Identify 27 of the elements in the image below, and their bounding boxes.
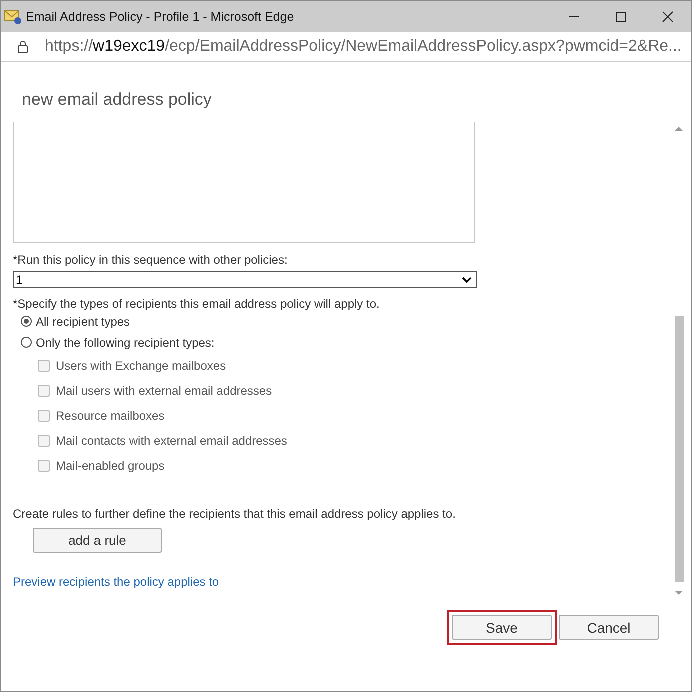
page-heading: new email address policy bbox=[21, 89, 213, 111]
field-label: *Run this policy in this sequence with other policies: bbox=[13, 253, 288, 267]
scroll-down-icon[interactable] bbox=[675, 590, 683, 596]
scroll-up-icon[interactable] bbox=[675, 126, 683, 132]
checkbox-label: Users with Exchange mailboxes bbox=[56, 358, 226, 372]
field-label: *Specify the types of recipients this email address policy will apply to. bbox=[13, 297, 380, 311]
maximize-icon[interactable] bbox=[615, 10, 627, 22]
radio-button[interactable] bbox=[21, 337, 32, 348]
checkbox-label: Resource mailboxes bbox=[56, 408, 165, 422]
add-rule-button[interactable]: add a rule bbox=[33, 528, 162, 553]
dialog-button[interactable]: Save bbox=[452, 615, 552, 640]
radio-button[interactable] bbox=[21, 316, 32, 327]
radio-label: Only the following recipient types: bbox=[36, 336, 215, 350]
dialog-button[interactable]: Cancel bbox=[559, 615, 659, 640]
checkbox-label: Mail-enabled groups bbox=[56, 458, 165, 472]
envelope-icon bbox=[4, 8, 22, 24]
chevron-down-icon bbox=[462, 276, 472, 282]
rules-description: Create rules to further define the recipients that this email address policy applies to. bbox=[13, 507, 456, 521]
lock-icon[interactable] bbox=[17, 40, 29, 54]
sequence-dropdown[interactable]: 1 bbox=[13, 271, 477, 288]
checkbox-label: Mail users with external email addresses bbox=[56, 384, 272, 398]
url-text[interactable]: https://w19exc19/ecp/EmailAddressPolicy/NewEmailAddressPolicy.aspx?pwmcid=2&Re... bbox=[45, 38, 682, 56]
close-icon[interactable] bbox=[662, 10, 674, 22]
checkbox-label: Mail contacts with external email addresses bbox=[56, 434, 288, 448]
window-title: Email Address Policy - Profile 1 - Microsoft Edge bbox=[26, 10, 296, 24]
radio-label: All recipient types bbox=[36, 314, 130, 328]
preview-link[interactable]: Preview recipients the policy applies to bbox=[13, 575, 220, 589]
